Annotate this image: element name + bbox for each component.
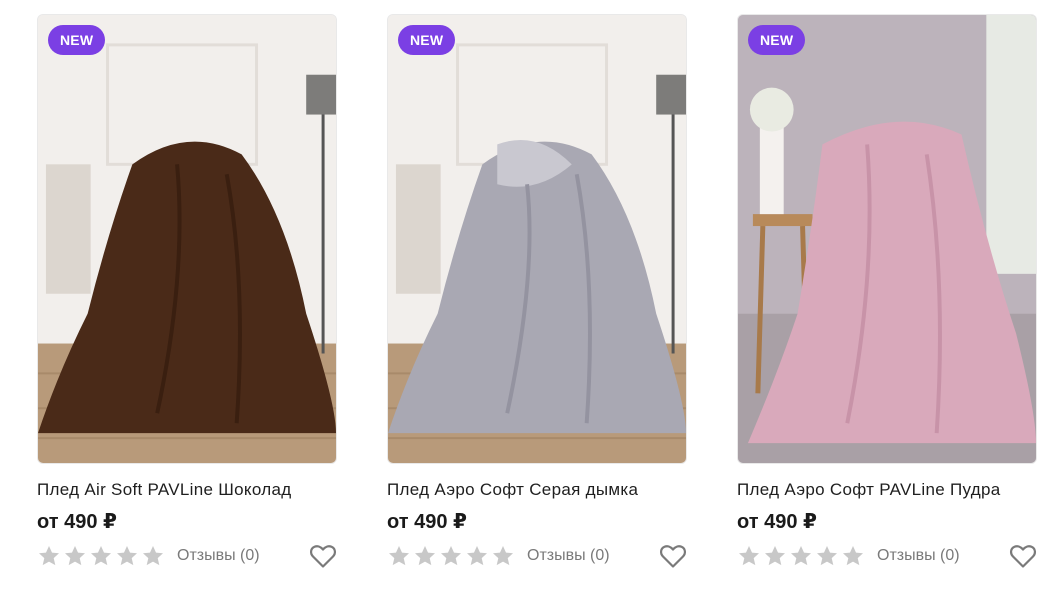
star-icon — [117, 546, 137, 566]
heart-icon — [660, 545, 686, 568]
product-card[interactable]: NEW Плед Аэро Софт PAVLine Пудра от 490 … — [737, 14, 1037, 574]
blanket-photo — [388, 15, 686, 463]
star-icon — [39, 546, 59, 566]
star-icon — [441, 546, 461, 566]
product-card[interactable]: NEW Плед Air Soft PAVLine Шоколад от 490… — [37, 14, 337, 574]
star-icon — [817, 546, 837, 566]
product-price: от 490 ₽ — [37, 511, 117, 533]
heart-icon — [1010, 545, 1036, 568]
product-meta: Отзывы (0) — [737, 543, 1037, 569]
product-title[interactable]: Плед Аэро Софт PAVLine Пудра — [737, 479, 1035, 501]
new-badge: NEW — [748, 25, 806, 55]
product-image[interactable]: NEW — [737, 14, 1037, 464]
rating-stars — [387, 544, 515, 568]
star-icon — [143, 546, 163, 566]
star-icon — [791, 546, 811, 566]
new-badge: NEW — [398, 25, 456, 55]
star-icon — [765, 546, 785, 566]
product-meta: Отзывы (0) — [37, 543, 337, 569]
rating-stars — [737, 544, 865, 568]
star-icon — [493, 546, 513, 566]
rating-stars — [37, 544, 165, 568]
reviews-link[interactable]: Отзывы (0) — [177, 547, 260, 565]
product-price: от 490 ₽ — [737, 511, 817, 533]
star-icon — [389, 546, 409, 566]
star-icon — [467, 546, 487, 566]
star-icon — [65, 546, 85, 566]
reviews-link[interactable]: Отзывы (0) — [527, 547, 610, 565]
favorite-button[interactable] — [659, 543, 687, 569]
blanket-photo — [38, 15, 336, 463]
product-title[interactable]: Плед Аэро Софт Серая дымка — [387, 479, 685, 501]
product-image[interactable]: NEW — [37, 14, 337, 464]
product-image[interactable]: NEW — [387, 14, 687, 464]
product-title[interactable]: Плед Air Soft PAVLine Шоколад — [37, 479, 335, 501]
star-icon — [739, 546, 759, 566]
star-icon — [91, 546, 111, 566]
product-meta: Отзывы (0) — [387, 543, 687, 569]
star-icon — [843, 546, 863, 566]
star-icon — [415, 546, 435, 566]
favorite-button[interactable] — [1009, 543, 1037, 569]
reviews-link[interactable]: Отзывы (0) — [877, 547, 960, 565]
new-badge: NEW — [48, 25, 106, 55]
blanket-photo — [738, 15, 1036, 463]
product-price: от 490 ₽ — [387, 511, 467, 533]
favorite-button[interactable] — [309, 543, 337, 569]
product-grid: NEW Плед Air Soft PAVLine Шоколад от 490… — [0, 0, 1057, 595]
heart-icon — [310, 545, 336, 568]
product-card[interactable]: NEW Плед Аэро Софт Серая дымка от 490 ₽ … — [387, 14, 687, 574]
